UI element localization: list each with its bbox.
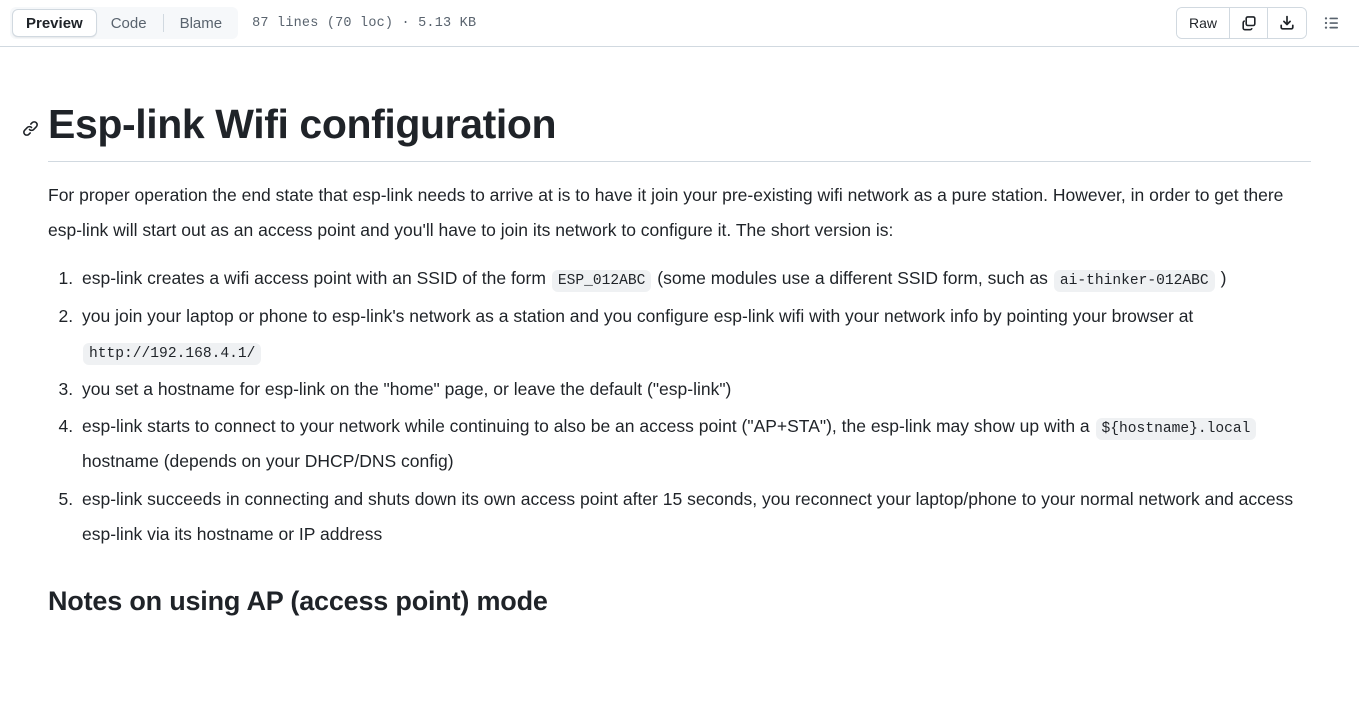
step-text-before: esp-link starts to connect to your netwo… (82, 416, 1095, 437)
table-of-contents-icon[interactable] (1317, 8, 1347, 38)
inline-code: http://192.168.4.1/ (83, 342, 262, 365)
tab-blame[interactable]: Blame (166, 9, 237, 37)
step-text-middle: (some modules use a different SSID form,… (652, 268, 1053, 289)
inline-code: ai-thinker-012ABC (1053, 270, 1215, 293)
raw-button[interactable]: Raw (1176, 8, 1230, 38)
tab-divider (162, 14, 164, 32)
tab-preview[interactable]: Preview (12, 9, 97, 37)
list-item: esp-link succeeds in connecting and shut… (78, 482, 1311, 551)
view-mode-segmented-control: Preview Code Blame (10, 7, 239, 39)
inline-code: ESP_012ABC (551, 270, 652, 293)
inline-code: ${hostname}.local (1095, 418, 1257, 441)
list-item: esp-link starts to connect to your netwo… (78, 409, 1311, 479)
intro-paragraph: For proper operation the end state that … (48, 185, 1284, 240)
link-icon[interactable] (20, 118, 40, 138)
file-content-area: Esp-link Wifi configuration For proper o… (0, 47, 1359, 619)
file-meta-text: 87 lines (70 loc) · 5.13 KB (252, 15, 477, 31)
step-text-before: esp-link succeeds in connecting and shut… (82, 488, 1294, 544)
step-text-before: esp-link creates a wifi access point wit… (82, 268, 551, 289)
header-actions: Raw (1175, 7, 1347, 39)
list-item: you join your laptop or phone to esp-lin… (78, 299, 1311, 369)
page-title-text: Esp-link Wifi configuration (48, 101, 557, 147)
markdown-body: Esp-link Wifi configuration For proper o… (22, 47, 1331, 619)
step-text-after: hostname (depends on your DHCP/DNS confi… (82, 451, 454, 472)
steps-list: esp-link creates a wifi access point wit… (48, 261, 1311, 551)
section-heading-notes: Notes on using AP (access point) mode (48, 586, 548, 617)
copy-icon[interactable] (1230, 8, 1268, 38)
step-text-before: you set a hostname for esp-link on the "… (82, 378, 732, 399)
page-title: Esp-link Wifi configuration (22, 99, 1311, 163)
step-text-after: ) (1215, 268, 1227, 289)
file-actions-button-group: Raw (1175, 7, 1307, 39)
list-item: esp-link creates a wifi access point wit… (78, 261, 1311, 296)
list-item: you set a hostname for esp-link on the "… (78, 372, 1311, 407)
tab-code[interactable]: Code (97, 9, 161, 37)
step-text-before: you join your laptop or phone to esp-lin… (82, 306, 1194, 327)
download-icon[interactable] (1268, 8, 1306, 38)
file-header: Preview Code Blame 87 lines (70 loc) · 5… (0, 0, 1359, 47)
